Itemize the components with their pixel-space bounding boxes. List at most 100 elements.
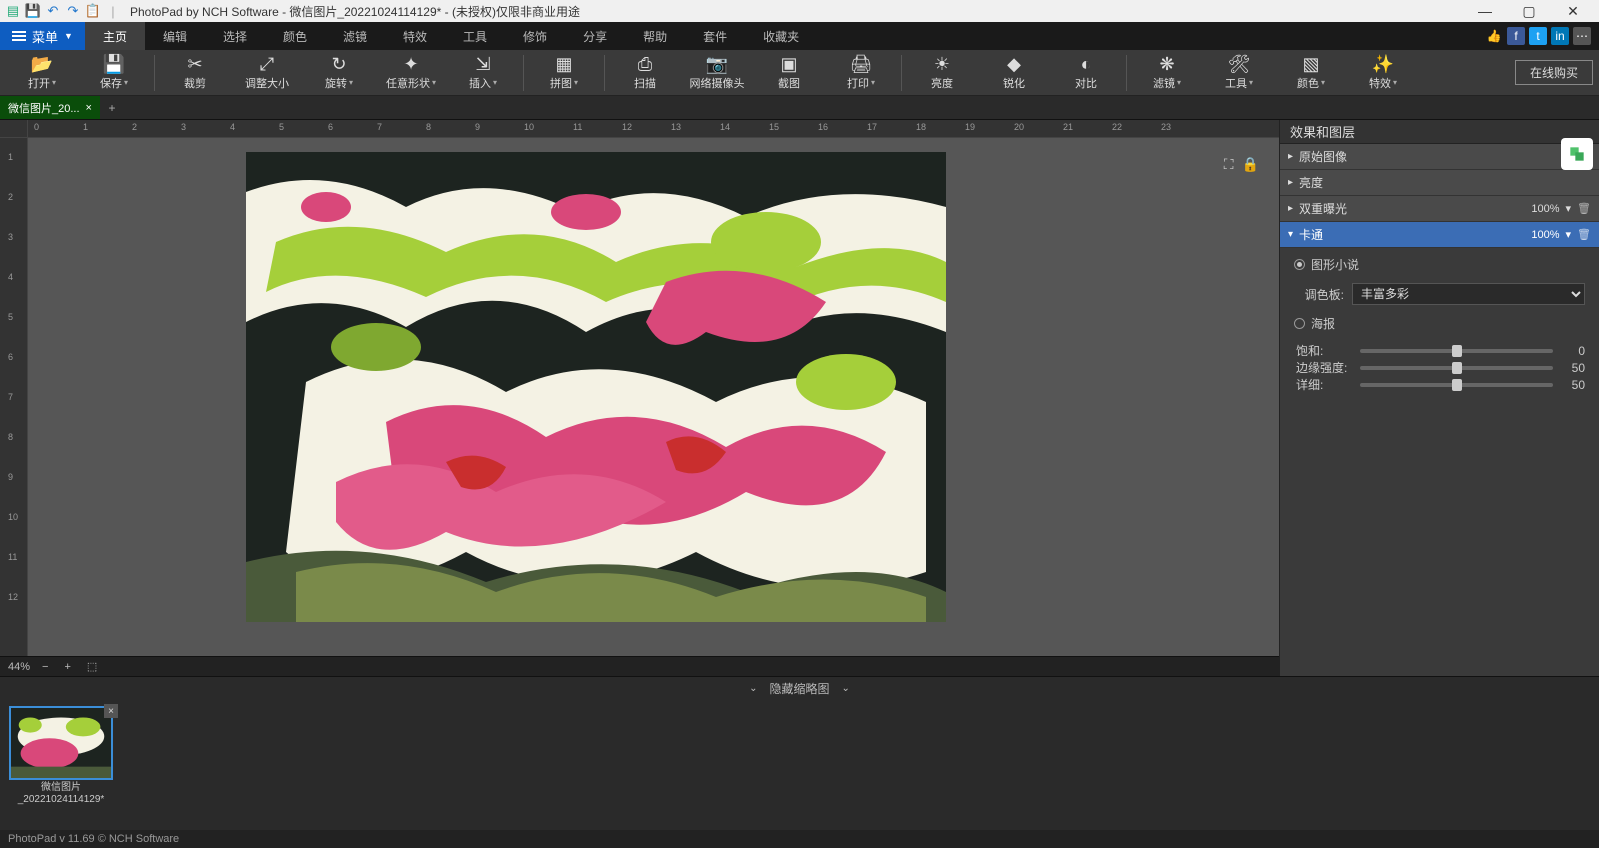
旋转-icon: ↻ bbox=[331, 55, 346, 73]
status-bar: PhotoPad v 11.69 © NCH Software bbox=[0, 830, 1599, 848]
chevron-down-icon[interactable]: ▾ bbox=[1566, 228, 1572, 241]
poster-radio[interactable]: 海报 bbox=[1294, 315, 1585, 332]
网络摄像头-icon: 📷 bbox=[706, 55, 728, 73]
menu-主页[interactable]: 主页 bbox=[85, 22, 145, 50]
chevron-icon: ▸ bbox=[1288, 177, 1293, 188]
linkedin-icon[interactable]: in bbox=[1551, 27, 1569, 45]
palette-select[interactable]: 丰富多彩 bbox=[1352, 283, 1585, 305]
打印-icon: 🖨 bbox=[850, 55, 873, 73]
thumbnail[interactable]: × 微信图片 _20221024114129* bbox=[6, 706, 116, 806]
tool-打印[interactable]: 🖨打印▾ bbox=[825, 51, 897, 95]
slider-thumb[interactable] bbox=[1452, 345, 1462, 357]
fullscreen-icon[interactable]: ⛶ bbox=[1224, 156, 1234, 173]
menu-帮助[interactable]: 帮助 bbox=[625, 22, 685, 50]
menu-滤镜[interactable]: 滤镜 bbox=[325, 22, 385, 50]
tool-插入[interactable]: ⇲插入▾ bbox=[447, 51, 519, 95]
main-menu-button[interactable]: 菜单 ▼ bbox=[0, 22, 85, 50]
trash-icon[interactable]: 🗑 bbox=[1577, 202, 1591, 215]
buy-online-button[interactable]: 在线购买 bbox=[1515, 60, 1593, 85]
tool-网络摄像头[interactable]: 📷网络摄像头 bbox=[681, 51, 753, 95]
tool-旋转[interactable]: ↻旋转▾ bbox=[303, 51, 375, 95]
qat-new-icon[interactable]: ▤ bbox=[4, 2, 22, 20]
chevron-icon: ▸ bbox=[1288, 151, 1293, 162]
menu-修饰[interactable]: 修饰 bbox=[505, 22, 565, 50]
close-button[interactable]: ✕ bbox=[1551, 0, 1595, 22]
tool-调整大小[interactable]: ⤢调整大小 bbox=[231, 51, 303, 95]
menu-工具[interactable]: 工具 bbox=[445, 22, 505, 50]
tool-锐化[interactable]: ◆锐化 bbox=[978, 51, 1050, 95]
chevron-down-icon[interactable]: ▾ bbox=[1566, 202, 1572, 215]
slider-track[interactable] bbox=[1360, 366, 1553, 370]
maximize-button[interactable]: ▢ bbox=[1507, 0, 1551, 22]
zoom-percent: 44% bbox=[8, 661, 30, 673]
layer-双重曝光[interactable]: ▸双重曝光100% ▾🗑 bbox=[1280, 196, 1599, 222]
share-icon[interactable]: ⋯ bbox=[1573, 27, 1591, 45]
menu-套件[interactable]: 套件 bbox=[685, 22, 745, 50]
zoom-in-button[interactable]: + bbox=[60, 661, 74, 673]
window-controls: — ▢ ✕ bbox=[1463, 0, 1595, 22]
layer-卡通[interactable]: ▾卡通100% ▾🗑 bbox=[1280, 222, 1599, 248]
chevron-down-icon: ▾ bbox=[432, 78, 436, 87]
menu-选择[interactable]: 选择 bbox=[205, 22, 265, 50]
tab-close-icon[interactable]: × bbox=[86, 102, 92, 114]
layer-原始图像[interactable]: ▸原始图像 bbox=[1280, 144, 1599, 170]
minimize-button[interactable]: — bbox=[1463, 0, 1507, 22]
slider-track[interactable] bbox=[1360, 383, 1553, 387]
tool-滤镜[interactable]: ❋滤镜▾ bbox=[1131, 51, 1203, 95]
tool-颜色[interactable]: ▧颜色▾ bbox=[1275, 51, 1347, 95]
document-tab[interactable]: 微信图片_20... × bbox=[0, 96, 100, 119]
tool-任意形状[interactable]: ✦任意形状▾ bbox=[375, 51, 447, 95]
menu-颜色[interactable]: 颜色 bbox=[265, 22, 325, 50]
tool-工具[interactable]: 🛠工具▾ bbox=[1203, 51, 1275, 95]
menu-编辑[interactable]: 编辑 bbox=[145, 22, 205, 50]
tool-裁剪[interactable]: ✂裁剪 bbox=[159, 51, 231, 95]
facebook-icon[interactable]: f bbox=[1507, 27, 1525, 45]
zoom-out-button[interactable]: − bbox=[38, 661, 52, 673]
tool-扫描[interactable]: ⎙扫描 bbox=[609, 51, 681, 95]
chevron-down-icon: ▼ bbox=[64, 31, 73, 41]
chevron-icon: ▾ bbox=[1288, 229, 1293, 240]
canvas[interactable]: ⛶ 🔒 bbox=[28, 138, 1279, 656]
tool-对比[interactable]: ◐对比 bbox=[1050, 51, 1122, 95]
thumbnail-close-icon[interactable]: × bbox=[104, 704, 118, 718]
chevron-down-icon[interactable]: ⌄ bbox=[749, 683, 757, 694]
zoom-fit-button[interactable]: ⬚ bbox=[83, 660, 101, 673]
add-tab-button[interactable]: + bbox=[100, 96, 124, 119]
slider-label: 边缘强度: bbox=[1296, 359, 1352, 376]
特效-icon: ✨ bbox=[1372, 55, 1394, 73]
app-badge[interactable] bbox=[1561, 138, 1593, 170]
tool-亮度[interactable]: ☀亮度 bbox=[906, 51, 978, 95]
chevron-down-icon: ▾ bbox=[1321, 78, 1325, 87]
tool-特效[interactable]: ✨特效▾ bbox=[1347, 51, 1419, 95]
tool-拼图[interactable]: ▦拼图▾ bbox=[528, 51, 600, 95]
qat-undo-icon[interactable]: ↶ bbox=[44, 2, 62, 20]
tool-截图[interactable]: ▣截图 bbox=[753, 51, 825, 95]
menu-收藏夹[interactable]: 收藏夹 bbox=[745, 22, 817, 50]
layer-亮度[interactable]: ▸亮度 bbox=[1280, 170, 1599, 196]
chevron-down-icon[interactable]: ⌄ bbox=[842, 683, 850, 694]
trash-icon[interactable]: 🗑 bbox=[1577, 228, 1591, 241]
slider-track[interactable] bbox=[1360, 349, 1553, 353]
twitter-icon[interactable]: t bbox=[1529, 27, 1547, 45]
tool-打开[interactable]: 📂打开▾ bbox=[6, 51, 78, 95]
like-icon[interactable]: 👍 bbox=[1485, 27, 1503, 45]
slider-thumb[interactable] bbox=[1452, 362, 1462, 374]
image[interactable] bbox=[246, 152, 946, 622]
qat-paste-icon[interactable]: 📋 bbox=[84, 2, 102, 20]
canvas-wrap: 01234567891011121314151617181920212223 1… bbox=[0, 120, 1279, 676]
toolbar-separator bbox=[154, 55, 155, 91]
tool-label: 特效 bbox=[1369, 75, 1391, 91]
tool-保存[interactable]: 💾保存▾ bbox=[78, 51, 150, 95]
qat-save-icon[interactable]: 💾 bbox=[24, 2, 42, 20]
tool-label: 颜色 bbox=[1297, 75, 1319, 91]
effects-panel-header: 效果和图层 bbox=[1280, 120, 1599, 144]
插入-icon: ⇲ bbox=[475, 55, 490, 73]
qat-redo-icon[interactable]: ↷ bbox=[64, 2, 82, 20]
graphic-novel-radio[interactable]: 图形小说 bbox=[1294, 256, 1585, 273]
menu-分享[interactable]: 分享 bbox=[565, 22, 625, 50]
截图-icon: ▣ bbox=[780, 55, 797, 73]
menu-特效[interactable]: 特效 bbox=[385, 22, 445, 50]
chevron-icon: ▸ bbox=[1288, 203, 1293, 214]
slider-thumb[interactable] bbox=[1452, 379, 1462, 391]
lock-icon[interactable]: 🔒 bbox=[1242, 156, 1259, 173]
